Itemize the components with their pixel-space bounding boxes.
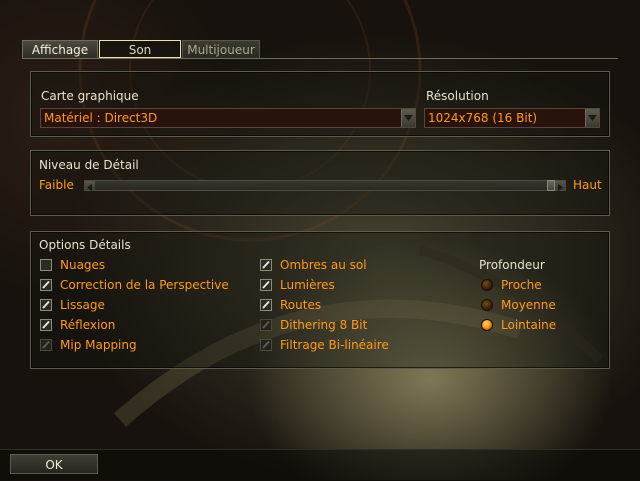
depth-label: Proche bbox=[501, 278, 542, 292]
radio-button[interactable] bbox=[481, 299, 493, 311]
option-label: Nuages bbox=[60, 258, 106, 272]
slider-thumb[interactable] bbox=[547, 180, 555, 191]
option-label: Lissage bbox=[60, 298, 105, 312]
option-correction-perspective[interactable]: Correction de la Perspective bbox=[40, 278, 240, 294]
option-lumieres[interactable]: Lumières bbox=[260, 278, 440, 294]
checkbox[interactable] bbox=[260, 339, 272, 351]
checkbox[interactable] bbox=[40, 319, 52, 331]
depth-option-lointaine[interactable]: Lointaine bbox=[481, 318, 591, 334]
depth-option-proche[interactable]: Proche bbox=[481, 278, 591, 294]
graphics-card-label: Carte graphique bbox=[41, 89, 139, 103]
resolution-select[interactable]: 1024x768 (16 Bit) bbox=[424, 108, 600, 128]
checkbox[interactable] bbox=[40, 339, 52, 351]
checkbox[interactable] bbox=[260, 299, 272, 311]
checkbox[interactable] bbox=[40, 259, 52, 271]
option-label: Dithering 8 Bit bbox=[280, 318, 368, 332]
slider-right-arrow-icon[interactable] bbox=[555, 181, 565, 191]
option-routes[interactable]: Routes bbox=[260, 298, 440, 314]
slider-left-arrow-icon[interactable] bbox=[85, 181, 95, 191]
tab-multijoueur[interactable]: Multijoueur bbox=[182, 40, 260, 58]
option-label: Lumières bbox=[280, 278, 335, 292]
depth-option-moyenne[interactable]: Moyenne bbox=[481, 298, 591, 314]
detail-high-label: Haut bbox=[573, 178, 602, 192]
detail-level-title: Niveau de Détail bbox=[39, 158, 139, 172]
option-label: Filtrage Bi-linéaire bbox=[280, 338, 389, 352]
checkbox[interactable] bbox=[260, 279, 272, 291]
option-label: Ombres au sol bbox=[280, 258, 367, 272]
option-lissage[interactable]: Lissage bbox=[40, 298, 240, 314]
graphics-card-value: Matériel : Direct3D bbox=[44, 111, 158, 125]
option-ombres-au-sol[interactable]: Ombres au sol bbox=[260, 258, 440, 274]
depth-label: Moyenne bbox=[501, 298, 556, 312]
tab-son[interactable]: Son bbox=[99, 40, 181, 58]
chevron-down-icon[interactable] bbox=[585, 109, 599, 127]
resolution-value: 1024x768 (16 Bit) bbox=[428, 111, 538, 125]
option-label: Mip Mapping bbox=[60, 338, 137, 352]
graphics-card-select[interactable]: Matériel : Direct3D bbox=[40, 108, 416, 128]
depth-label: Lointaine bbox=[501, 318, 557, 332]
checkbox[interactable] bbox=[260, 259, 272, 271]
option-label: Correction de la Perspective bbox=[60, 278, 229, 292]
ok-button[interactable]: OK bbox=[10, 454, 98, 474]
option-label: Réflexion bbox=[60, 318, 116, 332]
options-title: Options Détails bbox=[39, 238, 131, 252]
radio-button[interactable] bbox=[481, 279, 493, 291]
depth-title: Profondeur bbox=[479, 258, 545, 272]
checkbox[interactable] bbox=[40, 299, 52, 311]
radio-button[interactable] bbox=[481, 319, 493, 331]
detail-low-label: Faible bbox=[39, 178, 74, 192]
chevron-down-icon[interactable] bbox=[401, 109, 415, 127]
option-dithering[interactable]: Dithering 8 Bit bbox=[260, 318, 440, 334]
option-label: Routes bbox=[280, 298, 322, 312]
option-mip-mapping[interactable]: Mip Mapping bbox=[40, 338, 240, 354]
checkbox[interactable] bbox=[40, 279, 52, 291]
tab-divider bbox=[22, 58, 618, 59]
resolution-label: Résolution bbox=[426, 89, 489, 103]
tab-affichage[interactable]: Affichage bbox=[22, 40, 98, 58]
option-nuages[interactable]: Nuages bbox=[40, 258, 240, 274]
detail-level-slider[interactable] bbox=[84, 180, 566, 191]
option-filtrage-bilineaire[interactable]: Filtrage Bi-linéaire bbox=[260, 338, 440, 354]
option-reflexion[interactable]: Réflexion bbox=[40, 318, 240, 334]
checkbox[interactable] bbox=[260, 319, 272, 331]
